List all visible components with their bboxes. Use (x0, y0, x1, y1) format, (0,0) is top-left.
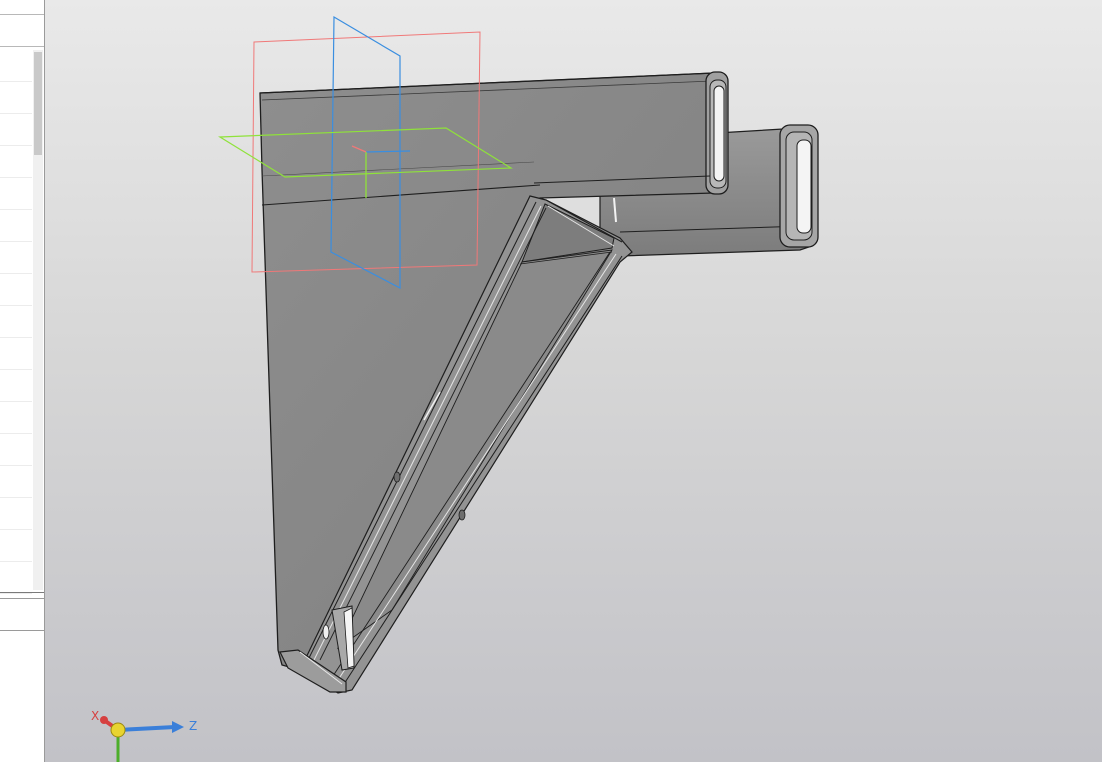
list-item[interactable] (0, 274, 32, 306)
tree-header-field[interactable] (0, 14, 44, 47)
panel-footer-field[interactable] (0, 598, 44, 631)
scrollbar-thumb[interactable] (34, 52, 42, 155)
list-item[interactable] (0, 178, 32, 210)
list-item[interactable] (0, 146, 32, 178)
list-item[interactable] (0, 370, 32, 402)
list-item[interactable] (0, 402, 32, 434)
list-item[interactable] (0, 82, 32, 114)
orientation-triad (100, 716, 184, 762)
list-item[interactable] (0, 210, 32, 242)
list-item[interactable] (0, 242, 32, 274)
feature-tree-panel (0, 0, 45, 762)
list-item[interactable] (0, 306, 32, 338)
list-item[interactable] (0, 562, 32, 594)
list-item[interactable] (0, 530, 32, 562)
model-canvas[interactable] (45, 0, 1102, 762)
list-item[interactable] (0, 498, 32, 530)
list-item[interactable] (0, 338, 32, 370)
list-item[interactable] (0, 114, 32, 146)
tree-scrollbar[interactable] (33, 50, 43, 590)
list-item[interactable] (0, 50, 32, 82)
axis-z-label: Z (189, 719, 198, 733)
list-item[interactable] (0, 466, 32, 498)
list-item[interactable] (0, 434, 32, 466)
3d-viewport[interactable]: X Z (45, 0, 1102, 762)
axis-x-label: X (91, 709, 100, 723)
